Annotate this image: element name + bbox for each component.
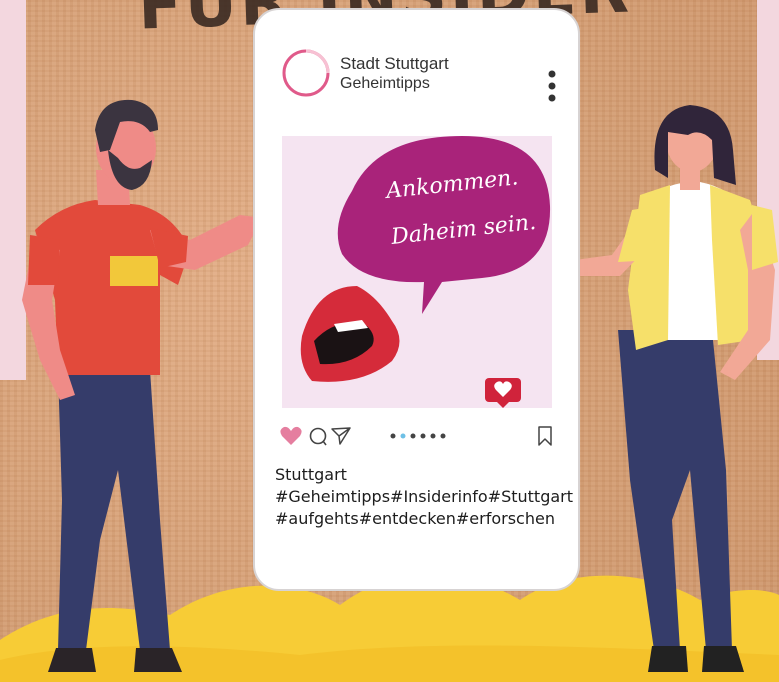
- caption-title: Stuttgart: [275, 465, 347, 484]
- lips-illustration: [300, 286, 400, 382]
- comment-icon[interactable]: [306, 424, 330, 448]
- phone-mockup: Stadt Stuttgart Geheimtipps Ankommen. Da…: [253, 8, 580, 591]
- heart-icon[interactable]: [279, 424, 303, 448]
- post-artwork: Ankommen. Daheim sein.: [300, 136, 551, 408]
- carousel-dots: [390, 433, 446, 439]
- send-icon[interactable]: [329, 424, 353, 448]
- caption-hashtags-line-1[interactable]: #Geheimtipps#Insiderinfo#Stuttgart: [275, 486, 575, 508]
- profile-name[interactable]: Stadt Stuttgart: [340, 54, 449, 74]
- profile-subtitle: Geheimtipps: [340, 75, 430, 92]
- carousel-dot[interactable]: [410, 433, 416, 439]
- carousel-dot[interactable]: [400, 433, 406, 439]
- post-actions: [279, 424, 559, 448]
- profile-avatar-icon[interactable]: [281, 48, 331, 98]
- carousel-dot[interactable]: [430, 433, 436, 439]
- bookmark-icon[interactable]: [533, 424, 557, 448]
- heart-notification-icon: [485, 378, 521, 408]
- carousel-dot[interactable]: [390, 433, 396, 439]
- more-vertical-icon[interactable]: [544, 68, 560, 104]
- poster-scene: FÜR INSIDER: [0, 0, 779, 682]
- post-image[interactable]: Ankommen. Daheim sein.: [282, 136, 552, 408]
- carousel-dot[interactable]: [420, 433, 426, 439]
- caption-hashtags-line-2[interactable]: #aufgehts#entdecken#erforschen: [275, 508, 575, 530]
- post-caption: Stuttgart #Geheimtipps#Insiderinfo#Stutt…: [275, 464, 575, 530]
- carousel-dot[interactable]: [440, 433, 446, 439]
